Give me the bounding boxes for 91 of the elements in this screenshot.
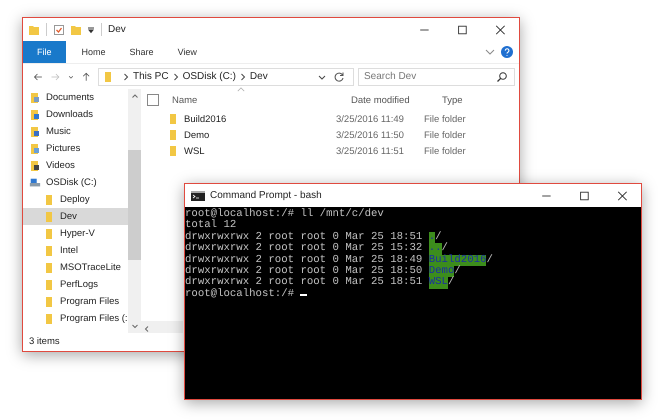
path-separator: / bbox=[486, 254, 493, 266]
folder-icon bbox=[102, 70, 114, 82]
ribbon-tab[interactable]: View bbox=[166, 41, 209, 63]
sidebar-item[interactable]: Dev bbox=[23, 208, 128, 225]
library-folder-icon bbox=[29, 108, 41, 120]
checkbox[interactable] bbox=[147, 94, 159, 106]
date-modified: 3/25/2016 11:50 bbox=[336, 130, 405, 140]
sidebar-item[interactable]: PerfLogs bbox=[23, 276, 128, 293]
dropdown-icon[interactable] bbox=[87, 26, 95, 34]
scrollbar[interactable] bbox=[128, 89, 141, 333]
folder-icon bbox=[43, 278, 55, 290]
directory-name: . bbox=[428, 232, 436, 244]
checkmark-icon[interactable] bbox=[53, 24, 65, 36]
terminal-line: drwxrwxrwx 2 root root 0 Mar 25 18:50 bbox=[185, 264, 424, 277]
refresh-icon[interactable] bbox=[333, 70, 345, 82]
sidebar-item[interactable]: Program Files bbox=[23, 293, 128, 310]
help-icon[interactable] bbox=[501, 46, 513, 58]
path-separator: / bbox=[448, 276, 454, 288]
address-bar[interactable]: This PC OSDisk (C:) Dev bbox=[98, 68, 354, 86]
column-header[interactable]: Date modified bbox=[348, 94, 439, 106]
sidebar-item[interactable]: MSOTraceLite bbox=[23, 259, 128, 276]
sidebar-item[interactable]: Downloads bbox=[23, 106, 128, 123]
terminal-line: root@localhost:/# ll /mnt/c/dev bbox=[185, 208, 384, 220]
sidebar-item[interactable]: Documents bbox=[23, 89, 128, 106]
terminal-line: drwxrwxrwx 2 root root 0 Mar 25 18:49 bbox=[185, 254, 424, 266]
terminal-icon bbox=[191, 190, 205, 200]
scroll-up-icon[interactable] bbox=[130, 92, 138, 100]
sidebar-item[interactable]: Intel bbox=[23, 242, 128, 259]
scroll-left-icon[interactable] bbox=[143, 324, 151, 332]
folder-icon bbox=[167, 129, 179, 141]
file-name[interactable]: Demo bbox=[184, 130, 210, 140]
directory-name: .. bbox=[428, 243, 442, 255]
path-separator: / bbox=[454, 264, 461, 277]
search-field[interactable]: Search Dev bbox=[358, 68, 515, 86]
directory-name: Demo bbox=[428, 266, 454, 278]
sidebar-item[interactable]: Hyper-V bbox=[23, 225, 128, 242]
folder-icon bbox=[43, 312, 55, 324]
library-folder-icon bbox=[29, 126, 41, 138]
folder-icon bbox=[167, 145, 179, 157]
ribbon-tab[interactable]: Home bbox=[70, 41, 118, 63]
chevron-icon[interactable] bbox=[240, 72, 246, 82]
library-folder-icon bbox=[29, 160, 41, 172]
window-title: Command Prompt - bash bbox=[210, 190, 322, 201]
file-type: File folder bbox=[424, 130, 467, 140]
sort-caret-icon bbox=[237, 87, 245, 92]
sidebar-item[interactable]: OSDisk (C:) bbox=[23, 174, 128, 191]
status-text: 3 items bbox=[28, 335, 61, 349]
breadcrumb-item[interactable]: This PC bbox=[133, 71, 169, 82]
file-name[interactable]: Build2016 bbox=[184, 114, 226, 124]
text-cursor bbox=[300, 294, 308, 296]
terminal-line: drwxrwxrwx 2 root root 0 Mar 25 18:51 bbox=[185, 276, 424, 288]
scroll-down-icon[interactable] bbox=[130, 322, 138, 330]
ribbon-tab[interactable]: File bbox=[23, 41, 66, 63]
sidebar-item[interactable]: Pictures bbox=[23, 140, 128, 157]
terminal-line: total 12 bbox=[185, 219, 236, 232]
column-header[interactable]: Type bbox=[439, 94, 519, 106]
path-separator: / bbox=[435, 230, 442, 243]
folder-icon bbox=[43, 210, 55, 222]
scrollbar[interactable] bbox=[141, 321, 183, 333]
folder-icon bbox=[43, 244, 55, 256]
chevron-icon[interactable] bbox=[123, 72, 129, 82]
date-modified: 3/25/2016 11:51 bbox=[336, 146, 405, 156]
library-folder-icon bbox=[29, 142, 41, 154]
file-type: File folder bbox=[424, 146, 467, 156]
column-header[interactable]: Name bbox=[169, 94, 348, 106]
terminal-line: drwxrwxrwx 2 root root 0 Mar 25 18:51 bbox=[185, 230, 424, 243]
drive-icon bbox=[29, 176, 41, 188]
breadcrumb-item[interactable]: OSDisk (C:) bbox=[182, 71, 236, 82]
folder-icon bbox=[43, 296, 55, 308]
sidebar-item[interactable]: Videos bbox=[23, 157, 128, 174]
window-title: Dev bbox=[108, 24, 126, 35]
directory-name: Build2016 bbox=[428, 254, 486, 266]
sidebar-item[interactable]: Deploy bbox=[23, 191, 128, 208]
terminal-prompt: root@localhost:/# bbox=[185, 288, 296, 300]
terminal-line: drwxrwxrwx 2 root root 0 Mar 25 15:32 bbox=[185, 242, 424, 254]
up-arrow-icon[interactable] bbox=[80, 70, 91, 82]
folder-icon bbox=[43, 262, 55, 274]
folder-icon bbox=[43, 228, 55, 240]
search-icon bbox=[496, 70, 508, 82]
sidebar-item[interactable]: Program Files (: bbox=[23, 310, 128, 327]
file-name[interactable]: WSL bbox=[184, 146, 205, 156]
folder-icon bbox=[43, 194, 55, 206]
sidebar-item[interactable]: Music bbox=[23, 123, 128, 140]
library-folder-icon bbox=[29, 92, 41, 104]
file-type: File folder bbox=[424, 114, 467, 124]
breadcrumb-item[interactable]: Dev bbox=[250, 71, 268, 82]
folder-icon bbox=[167, 113, 179, 125]
path-separator: / bbox=[442, 242, 448, 254]
date-modified: 3/25/2016 11:49 bbox=[336, 114, 405, 124]
ribbon-tab[interactable]: Share bbox=[118, 41, 166, 63]
chevron-icon[interactable] bbox=[172, 72, 179, 82]
